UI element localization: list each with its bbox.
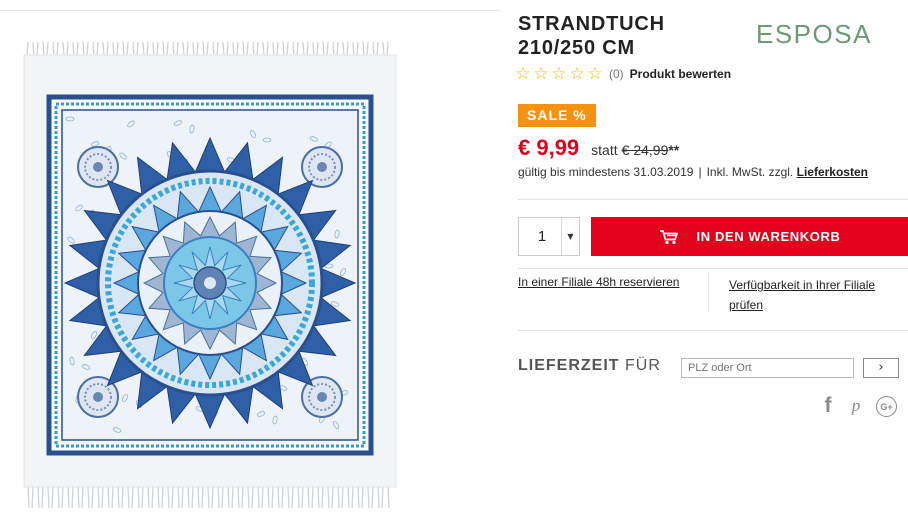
- star-icon[interactable]: ☆: [568, 65, 586, 83]
- shipping-cost-link[interactable]: Lieferkosten: [797, 165, 868, 179]
- shopping-cart-icon: [659, 229, 678, 244]
- sale-badge: SALE %: [518, 104, 596, 127]
- rating-count: (0): [609, 67, 624, 81]
- delivery-time-row: LIEFERZEIT FÜR: [518, 357, 661, 375]
- pinterest-icon[interactable]: p: [848, 396, 864, 416]
- old-price: € 24,99: [621, 142, 669, 158]
- product-info-panel: STRANDTUCH 210/250 CM ESPOSA ☆ ☆ ☆ ☆ ☆ (…: [515, 0, 908, 520]
- rate-product-link[interactable]: Produkt bewerten: [630, 67, 731, 81]
- statt-label: statt: [591, 142, 618, 158]
- mandala-towel-image: [23, 41, 397, 509]
- pinterest-glyph: p: [851, 396, 861, 415]
- price-row: € 9,99 statt € 24,99 **: [518, 135, 679, 161]
- divider: [518, 330, 908, 331]
- star-icon[interactable]: ☆: [532, 65, 550, 83]
- validity-line: gültig bis mindestens 31.03.2019 | Inkl. M…: [518, 165, 868, 179]
- reserve-in-store-link[interactable]: In einer Filiale 48h reservieren: [518, 275, 679, 289]
- current-price: € 9,99: [518, 135, 580, 160]
- old-price-footnote: **: [668, 142, 680, 158]
- triangle-down-icon[interactable]: ▼: [562, 232, 579, 241]
- product-title: STRANDTUCH 210/250 CM: [518, 13, 665, 59]
- postcode-input[interactable]: [681, 358, 854, 378]
- quantity-value: 1: [537, 228, 547, 245]
- add-to-cart-button[interactable]: IN DEN WARENKORB: [591, 217, 908, 256]
- store-availability-link[interactable]: Verfügbarkeit in Ihrer Filiale prüfen: [729, 275, 899, 315]
- delivery-label: LIEFERZEIT FÜR: [518, 357, 661, 375]
- add-to-cart-label: IN DEN WARENKORB: [696, 229, 841, 244]
- tax-note: Inkl. MwSt. zzgl.: [706, 165, 794, 179]
- star-icon[interactable]: ☆: [586, 65, 604, 83]
- rating-row: ☆ ☆ ☆ ☆ ☆ (0) Produkt bewerten: [514, 64, 731, 84]
- facebook-glyph: f: [824, 394, 832, 417]
- divider: [518, 199, 908, 200]
- brand-logo[interactable]: ESPOSA: [756, 19, 872, 50]
- google-plus-glyph: G+: [880, 401, 893, 412]
- rating-stars[interactable]: ☆ ☆ ☆ ☆ ☆: [514, 65, 604, 83]
- validity-text: gültig bis mindestens 31.03.2019: [518, 165, 694, 179]
- product-image[interactable]: [0, 11, 500, 520]
- validity-separator: |: [698, 165, 702, 179]
- chevron-right-icon[interactable]: ›: [863, 358, 899, 378]
- star-icon[interactable]: ☆: [514, 65, 532, 83]
- vertical-divider: [708, 272, 709, 312]
- delivery-label-bold: LIEFERZEIT: [518, 357, 620, 374]
- facebook-icon[interactable]: f: [820, 394, 836, 417]
- google-plus-icon[interactable]: G+: [876, 396, 897, 417]
- delivery-label-rest: FÜR: [619, 357, 661, 374]
- quantity-select[interactable]: 1 ▼: [518, 217, 580, 256]
- star-icon[interactable]: ☆: [550, 65, 568, 83]
- divider: [518, 268, 908, 269]
